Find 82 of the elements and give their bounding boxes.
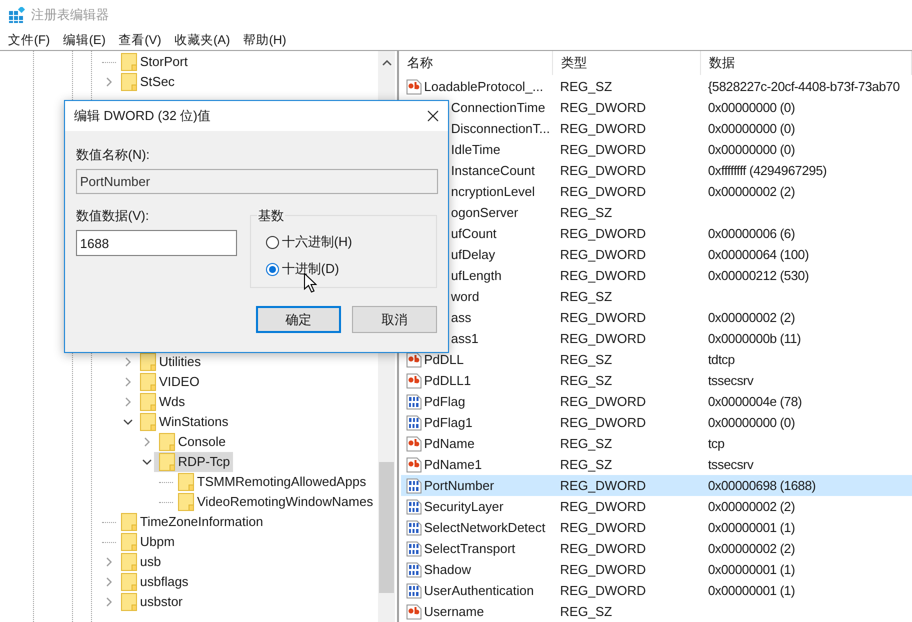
value-name: SecurityLayer — [424, 498, 504, 516]
value-data: tssecsrv — [708, 456, 754, 472]
value-data: 0x00000002 (2) — [708, 540, 795, 556]
value-name: PdName — [424, 434, 475, 453]
value-type: REG_DWORD — [560, 310, 646, 325]
value-name: InstanceCount — [451, 162, 535, 180]
value-data: 0xffffffff (4294967295) — [708, 162, 827, 178]
value-type: REG_SZ — [560, 78, 612, 94]
value-type: REG_DWORD — [560, 330, 646, 346]
value-data: tdtcp — [708, 352, 735, 367]
value-type: REG_DWORD — [560, 394, 646, 409]
value-data: tssecsrv — [708, 372, 754, 388]
value-type: REG_DWORD — [560, 520, 646, 535]
value-data: {5828227c-20cf-4408-b73f-73ab70 — [708, 78, 900, 94]
value-data: tcp — [708, 436, 724, 451]
value-type: REG_SZ — [560, 456, 612, 472]
value-data: 0x00000001 (1) — [708, 562, 795, 577]
value-type: REG_DWORD — [560, 582, 646, 598]
radio-label: 十进制(D) — [282, 260, 340, 278]
value-name: ufCount — [451, 224, 497, 243]
dialog-title: 编辑 DWORD (32 位)值 — [73, 107, 210, 126]
value-name: ass1 — [451, 330, 478, 348]
value-data: 0x00000000 (0) — [708, 120, 795, 136]
value-type: REG_SZ — [560, 288, 612, 304]
window-title: 注册表编辑器 — [31, 6, 109, 24]
field-label: 数值名称(N): — [76, 147, 150, 162]
value-name: SelectTransport — [424, 540, 516, 558]
value-data: 0x00000064 (100) — [708, 246, 809, 262]
value-name: UserAuthentication — [424, 582, 534, 600]
value-name: ogonServer — [451, 204, 518, 222]
value-data: 0x00000000 (0) — [708, 414, 795, 430]
value-name: SelectNetworkDetect — [424, 518, 546, 537]
value-name: PdDLL1 — [424, 372, 471, 390]
value-type: REG_DWORD — [560, 246, 646, 262]
value-name: PdName1 — [424, 456, 482, 474]
value-data: 0x00000212 (530) — [708, 268, 809, 283]
radio-label: 十六进制(H) — [282, 233, 352, 252]
value-data: 0x00000002 (2) — [708, 498, 795, 514]
value-type: REG_SZ — [560, 372, 612, 388]
value-type: REG_DWORD — [560, 478, 646, 493]
value-type: REG_DWORD — [560, 120, 646, 136]
value-data: 0x00000000 (0) — [708, 100, 795, 115]
value-name: DisconnectionT... — [451, 120, 550, 138]
value-name: LoadableProtocol_... — [424, 78, 544, 96]
value-type: REG_DWORD — [560, 562, 646, 577]
value-data: 0x00000001 (1) — [708, 582, 795, 598]
value-name: PdDLL — [424, 350, 464, 369]
value-type: REG_SZ — [560, 204, 612, 220]
value-name: ncryptionLevel — [451, 182, 535, 201]
value-type: REG_DWORD — [560, 184, 646, 199]
value-name: PdFlag1 — [424, 414, 472, 432]
value-type: REG_DWORD — [560, 268, 646, 283]
group-label: 基数 — [257, 208, 285, 223]
value-type: REG_DWORD — [560, 142, 646, 157]
value-name: IdleTime — [451, 140, 500, 159]
value-type: REG_SZ — [560, 352, 612, 367]
value-data: 0x0000004e (78) — [708, 394, 802, 409]
value-data: 0x00000001 (1) — [708, 520, 795, 535]
value-data: 0x00000002 (2) — [708, 310, 795, 325]
value-data: 0x00000002 (2) — [708, 184, 795, 199]
value-name: ufLength — [451, 266, 502, 285]
value-name: Shadow — [424, 560, 471, 579]
value-name: PortNumber — [424, 476, 494, 495]
value-name: PdFlag — [424, 392, 466, 411]
value-data: 0x00000698 (1688) — [708, 478, 816, 493]
value-type: REG_DWORD — [560, 414, 646, 430]
value-type: REG_DWORD — [560, 540, 646, 556]
value-type: REG_SZ — [560, 604, 612, 619]
value-name: Username — [424, 602, 484, 621]
value-type: REG_DWORD — [560, 162, 646, 178]
value-type: REG_DWORD — [560, 498, 646, 514]
value-name: word — [451, 288, 480, 306]
value-name: ConnectionTime — [451, 98, 546, 117]
value-data: 0x00000000 (0) — [708, 142, 795, 157]
value-name: ass — [451, 308, 472, 327]
value-type: REG_DWORD — [560, 226, 646, 241]
value-type: REG_DWORD — [560, 100, 646, 115]
value-type: REG_SZ — [560, 436, 612, 451]
field-label: 数值数据(V): — [76, 208, 149, 223]
value-name: ufDelay — [451, 246, 496, 264]
value-data: 0x00000006 (6) — [708, 226, 795, 241]
value-data: 0x0000000b (11) — [708, 330, 801, 346]
